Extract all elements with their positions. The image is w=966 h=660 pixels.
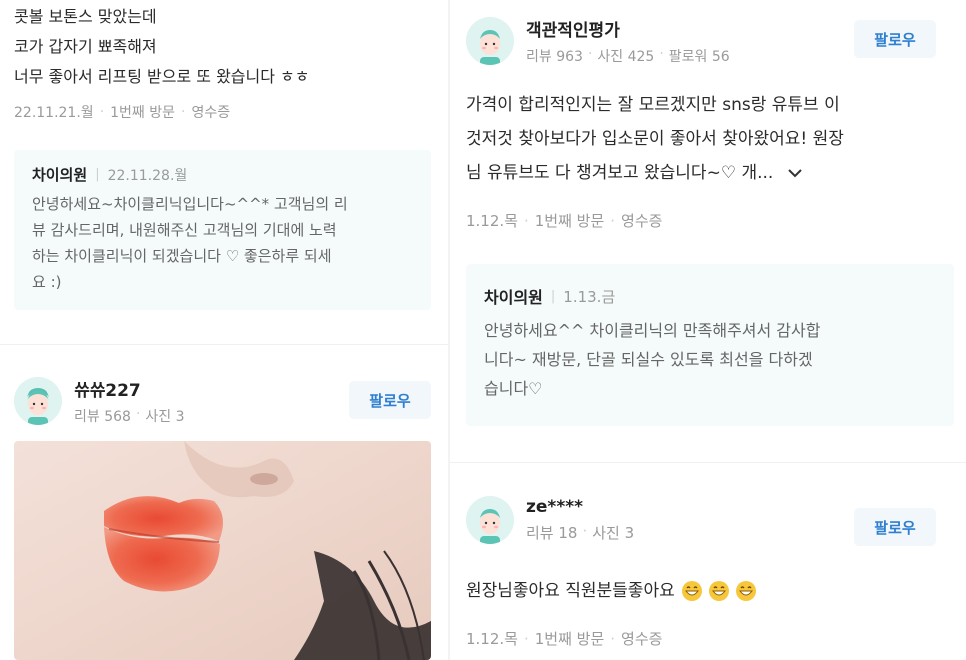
review-meta: 1.12.목 · 1번째 방문 · 영수증 [466,211,663,231]
review-photo[interactable] [14,441,431,660]
review-line: 원장님좋아요 직원분들좋아요 [466,581,675,601]
reply-line: 뷰 감사드리며, 내원해주신 고객님의 기대에 노력 [32,221,337,239]
grinning-emoji-icon [681,580,703,602]
reply-line: 습니다♡ [484,379,543,398]
reply-line: 하는 차이클리닉이 되겠습니다 ♡ 좋은하루 되세 [32,247,332,265]
review-line: 님 유튜브도 다 챙겨보고 왔습니다~♡ 개... [466,163,774,183]
reviewer-profile[interactable]: 객관적인평가 리뷰 963 · 사진 425 · 팔로워 56 [466,16,730,66]
owner-reply: 차이의원 | 1.13.금 안녕하세요^^ 차이클리닉의 만족해주셔서 감사합 … [466,264,954,426]
review-meta: 1.12.목 · 1번째 방문 · 영수증 [466,629,663,649]
reviewer-name[interactable]: 객관적인평가 [526,16,730,41]
review-text[interactable]: 원장님좋아요 직원분들좋아요 [466,576,757,606]
receipt-badge: 영수증 [621,212,663,230]
review-text[interactable]: 가격이 합리적인지는 잘 모르겠지만 sns랑 유튜브 이 것저것 찾아보다가 … [466,88,956,190]
grinning-emoji-icon [708,580,730,602]
receipt-badge: 영수증 [191,105,231,121]
visit-date: 22.11.21.월 [14,105,94,121]
grinning-emoji-icon [735,580,757,602]
visit-date: 1.12.목 [466,630,518,648]
follow-button[interactable]: 팔로우 [349,381,431,419]
visit-count: 1번째 방문 [534,212,605,230]
reply-text: 안녕하세요~차이클리닉입니다~^^* 고객님의 리 뷰 감사드리며, 내원해주신… [32,191,413,295]
owner-name: 차이의원 [32,166,88,184]
reply-line: 요 :) [32,273,62,291]
review-line: 콧볼 보톤스 맞았는데 [14,7,157,26]
owner-name: 차이의원 [484,288,543,307]
reviewer-profile[interactable]: 쓔쓔227 리뷰 568 · 사진 3 [14,376,185,426]
reply-date: 22.11.28.월 [107,167,188,184]
reply-date: 1.13.금 [563,287,616,306]
reply-text: 안녕하세요^^ 차이클리닉의 만족해주셔서 감사합 니다~ 재방문, 단골 되실… [484,316,936,403]
section-divider [0,344,448,345]
review-line: 코가 갑자기 뾰족해져 [14,37,157,56]
receipt-badge: 영수증 [621,630,663,648]
right-review-column: 객관적인평가 리뷰 963 · 사진 425 · 팔로워 56 팔로우 가격이 … [450,0,966,660]
avatar-icon [466,496,514,544]
follow-button[interactable]: 팔로우 [854,508,936,546]
review-line: 가격이 합리적인지는 잘 모르겠지만 sns랑 유튜브 이 [466,95,840,115]
reply-line: 안녕하세요~차이클리닉입니다~^^* 고객님의 리 [32,195,348,213]
expand-chevron-icon[interactable] [787,168,803,178]
reviewer-profile[interactable]: ze**** 리뷰 18 · 사진 3 [466,496,634,544]
reviewer-name[interactable]: 쓔쓔227 [74,376,185,401]
review-text: 콧볼 보톤스 맞았는데 코가 갑자기 뾰족해져 너무 좋아서 리프팅 받으로 또… [14,2,434,92]
review-line: 너무 좋아서 리프팅 받으로 또 왔습니다 ㅎㅎ [14,67,310,86]
visit-count: 1번째 방문 [534,630,605,648]
review-meta: 22.11.21.월 · 1번째 방문 · 영수증 [14,104,231,121]
avatar-icon [14,377,62,425]
section-divider [450,462,966,463]
reply-line: 안녕하세요^^ 차이클리닉의 만족해주셔서 감사합 [484,321,821,340]
reviewer-name[interactable]: ze**** [526,497,634,517]
follow-button[interactable]: 팔로우 [854,20,936,58]
owner-reply: 차이의원 | 22.11.28.월 안녕하세요~차이클리닉입니다~^^* 고객님… [14,150,431,310]
visit-date: 1.12.목 [466,212,518,230]
avatar-icon [466,17,514,65]
review-line: 것저것 찾아보다가 입소문이 좋아서 찾아왔어요! 원장 [466,129,844,149]
lips-photo-image [14,441,431,660]
visit-count: 1번째 방문 [110,105,176,121]
left-review-column: 콧볼 보톤스 맞았는데 코가 갑자기 뾰족해져 너무 좋아서 리프팅 받으로 또… [0,0,448,660]
reviewer-stats: 리뷰 18 · 사진 3 [526,522,635,542]
reviewer-stats: 리뷰 963 · 사진 425 · 팔로워 56 [526,46,730,65]
reply-line: 니다~ 재방문, 단골 되실수 있도록 최선을 다하겠 [484,350,813,369]
reviewer-stats: 리뷰 568 · 사진 3 [74,406,185,425]
